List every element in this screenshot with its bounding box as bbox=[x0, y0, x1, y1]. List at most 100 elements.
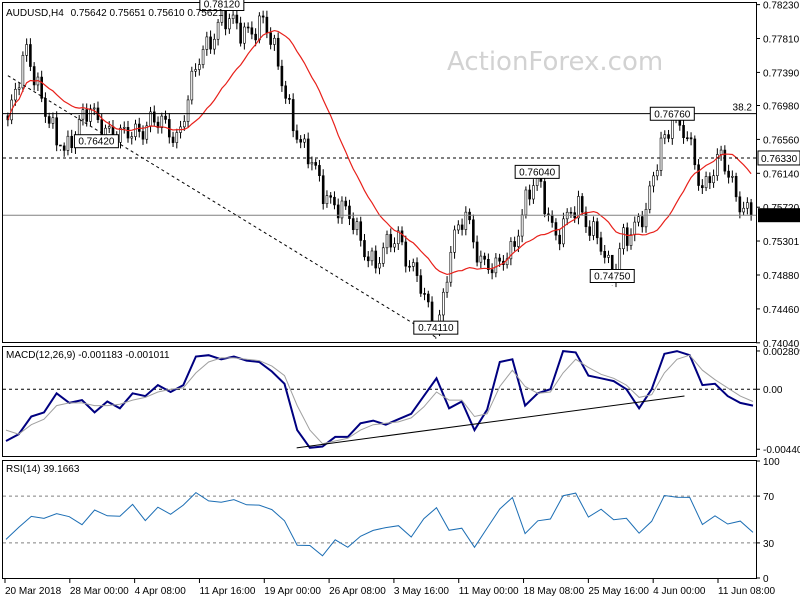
candle-body bbox=[528, 189, 531, 200]
candle-body bbox=[213, 38, 216, 50]
candle bbox=[160, 112, 164, 134]
candle-body bbox=[701, 185, 704, 189]
candle bbox=[306, 132, 310, 169]
x-tick-label: 26 Apr 08:00 bbox=[329, 586, 386, 597]
candle-body bbox=[89, 108, 92, 122]
callout-label: 0.74750 bbox=[594, 272, 631, 283]
candle-body bbox=[164, 115, 167, 120]
candle bbox=[126, 120, 130, 143]
candle bbox=[509, 237, 513, 266]
candle-body bbox=[70, 135, 73, 149]
candle bbox=[524, 186, 528, 219]
candle bbox=[528, 184, 531, 206]
candle-body bbox=[201, 49, 205, 65]
candle bbox=[490, 263, 494, 280]
candle-body bbox=[734, 175, 738, 198]
candle bbox=[198, 58, 201, 76]
candle bbox=[239, 16, 242, 47]
candle-body bbox=[280, 65, 284, 87]
candle bbox=[310, 156, 314, 171]
candle bbox=[284, 80, 287, 104]
candle-body bbox=[494, 257, 498, 274]
candle-body bbox=[689, 137, 693, 140]
candle-body bbox=[258, 15, 261, 41]
candle bbox=[723, 145, 727, 175]
candle bbox=[51, 112, 55, 129]
candle-body bbox=[445, 281, 449, 293]
candle-body bbox=[198, 64, 201, 70]
candle-body bbox=[269, 32, 272, 45]
candle-body bbox=[584, 211, 588, 228]
candle bbox=[464, 206, 468, 236]
candle bbox=[400, 226, 404, 246]
candle-body bbox=[40, 76, 43, 99]
macd-trendline bbox=[296, 395, 685, 449]
price-callout: 0.74750 bbox=[589, 269, 635, 283]
candle bbox=[359, 216, 363, 247]
candle bbox=[149, 106, 152, 133]
candle-body bbox=[194, 69, 197, 72]
rsi-tick-label: 30 bbox=[763, 539, 775, 550]
candle bbox=[81, 103, 85, 126]
candle bbox=[314, 158, 317, 170]
candle bbox=[70, 129, 73, 153]
candle bbox=[66, 130, 70, 156]
candle-body bbox=[228, 18, 231, 30]
candle bbox=[445, 276, 449, 298]
candle-body bbox=[670, 118, 674, 139]
candle bbox=[389, 228, 393, 253]
candle bbox=[565, 208, 569, 226]
candle bbox=[62, 142, 66, 157]
candle bbox=[363, 234, 366, 261]
candle-body bbox=[712, 175, 715, 184]
candle-body bbox=[423, 293, 426, 295]
candle-body bbox=[299, 139, 302, 143]
candle-body bbox=[333, 196, 336, 206]
candle bbox=[595, 217, 599, 245]
candle bbox=[442, 288, 445, 322]
rsi-panel-frame bbox=[2, 460, 757, 579]
candle bbox=[742, 201, 745, 216]
candle-body bbox=[359, 221, 363, 241]
candle-body bbox=[25, 44, 28, 56]
candle-body bbox=[742, 207, 745, 213]
candle bbox=[663, 130, 667, 145]
candle bbox=[201, 45, 205, 69]
candle bbox=[483, 252, 486, 266]
candle-body bbox=[393, 243, 396, 248]
candle-body bbox=[329, 195, 333, 198]
current-price-label: 0.75621 bbox=[761, 211, 798, 222]
candle-body bbox=[348, 205, 351, 219]
candle-body bbox=[385, 234, 389, 249]
candle bbox=[419, 269, 423, 297]
candle bbox=[423, 287, 426, 301]
candle-body bbox=[85, 109, 89, 122]
candle bbox=[460, 218, 464, 236]
candle bbox=[426, 290, 430, 308]
candle-body bbox=[351, 218, 355, 231]
candle-body bbox=[554, 222, 558, 236]
candle bbox=[378, 256, 381, 275]
candle-body bbox=[325, 195, 329, 205]
rsi-layer bbox=[3, 491, 756, 557]
candle bbox=[603, 245, 607, 264]
candle-body bbox=[498, 257, 501, 262]
callout-label: 0.76760 bbox=[654, 109, 691, 120]
candle-body bbox=[686, 137, 689, 140]
candle bbox=[532, 179, 535, 204]
candle bbox=[194, 63, 197, 77]
candle-body bbox=[607, 254, 610, 258]
candle-body bbox=[284, 85, 287, 99]
candle bbox=[701, 179, 704, 194]
candle bbox=[32, 62, 36, 91]
candle-body bbox=[378, 263, 381, 269]
candle bbox=[494, 253, 498, 278]
candle bbox=[250, 21, 254, 40]
candle bbox=[411, 258, 415, 272]
candle-body bbox=[663, 134, 667, 139]
candle-body bbox=[303, 138, 306, 143]
candle-body bbox=[243, 26, 246, 44]
candle-body bbox=[625, 227, 629, 246]
candle-body bbox=[92, 107, 96, 110]
candle bbox=[288, 94, 291, 105]
